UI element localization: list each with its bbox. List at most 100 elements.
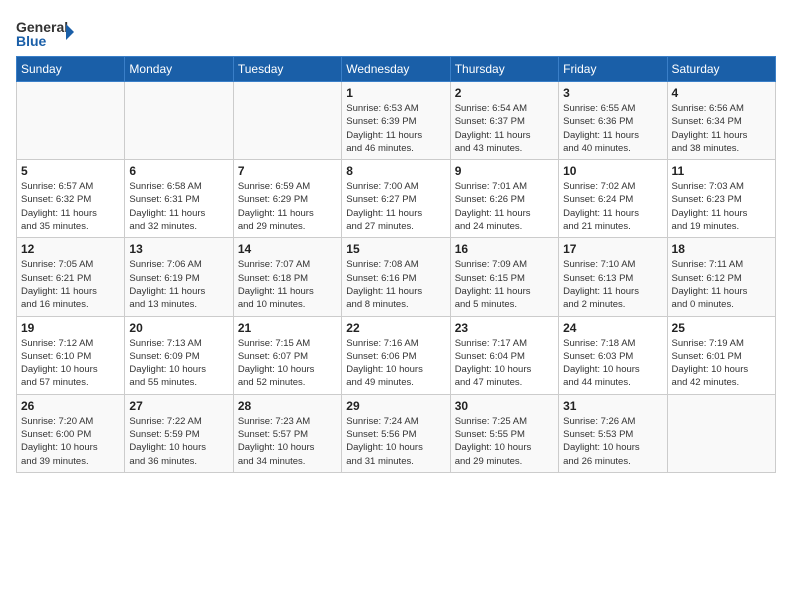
day-info: Sunrise: 7:26 AM Sunset: 5:53 PM Dayligh… <box>563 415 662 468</box>
day-info: Sunrise: 6:56 AM Sunset: 6:34 PM Dayligh… <box>672 102 771 155</box>
day-cell: 16 Sunrise: 7:09 AM Sunset: 6:15 PM Dayli… <box>450 238 558 316</box>
day-number: 18 <box>672 242 771 256</box>
day-number: 31 <box>563 399 662 413</box>
day-info: Sunrise: 7:09 AM Sunset: 6:15 PM Dayligh… <box>455 258 554 311</box>
day-info: Sunrise: 7:12 AM Sunset: 6:10 PM Dayligh… <box>21 337 120 390</box>
weekday-header: Monday <box>125 57 233 82</box>
day-number: 5 <box>21 164 120 178</box>
day-info: Sunrise: 7:25 AM Sunset: 5:55 PM Dayligh… <box>455 415 554 468</box>
day-info: Sunrise: 7:08 AM Sunset: 6:16 PM Dayligh… <box>346 258 445 311</box>
weekday-header: Saturday <box>667 57 775 82</box>
day-number: 11 <box>672 164 771 178</box>
day-number: 25 <box>672 321 771 335</box>
day-cell: 23 Sunrise: 7:17 AM Sunset: 6:04 PM Dayli… <box>450 316 558 394</box>
day-cell: 7Sunrise: 6:59 AM Sunset: 6:29 PM Daylig… <box>233 160 341 238</box>
day-number: 22 <box>346 321 445 335</box>
day-number: 13 <box>129 242 228 256</box>
day-info: Sunrise: 6:57 AM Sunset: 6:32 PM Dayligh… <box>21 180 120 233</box>
weekday-header: Wednesday <box>342 57 450 82</box>
day-cell: 15 Sunrise: 7:08 AM Sunset: 6:16 PM Dayli… <box>342 238 450 316</box>
day-cell: 8 Sunrise: 7:00 AM Sunset: 6:27 PM Daylig… <box>342 160 450 238</box>
day-info: Sunrise: 7:01 AM Sunset: 6:26 PM Dayligh… <box>455 180 554 233</box>
day-number: 2 <box>455 86 554 100</box>
day-cell: 11 Sunrise: 7:03 AM Sunset: 6:23 PM Dayli… <box>667 160 775 238</box>
day-cell: 14 Sunrise: 7:07 AM Sunset: 6:18 PM Dayli… <box>233 238 341 316</box>
day-number: 1 <box>346 86 445 100</box>
day-cell: 17Sunrise: 7:10 AM Sunset: 6:13 PM Dayli… <box>559 238 667 316</box>
day-cell: 24 Sunrise: 7:18 AM Sunset: 6:03 PM Dayli… <box>559 316 667 394</box>
day-info: Sunrise: 7:07 AM Sunset: 6:18 PM Dayligh… <box>238 258 337 311</box>
empty-cell <box>667 394 775 472</box>
weekday-header: Sunday <box>17 57 125 82</box>
day-cell: 12Sunrise: 7:05 AM Sunset: 6:21 PM Dayli… <box>17 238 125 316</box>
weekday-header: Friday <box>559 57 667 82</box>
day-info: Sunrise: 6:53 AM Sunset: 6:39 PM Dayligh… <box>346 102 445 155</box>
day-number: 4 <box>672 86 771 100</box>
day-cell: 18 Sunrise: 7:11 AM Sunset: 6:12 PM Dayli… <box>667 238 775 316</box>
day-number: 28 <box>238 399 337 413</box>
day-info: Sunrise: 7:20 AM Sunset: 6:00 PM Dayligh… <box>21 415 120 468</box>
day-cell: 5 Sunrise: 6:57 AM Sunset: 6:32 PM Daylig… <box>17 160 125 238</box>
day-number: 12 <box>21 242 120 256</box>
day-cell: 4 Sunrise: 6:56 AM Sunset: 6:34 PM Daylig… <box>667 82 775 160</box>
day-info: Sunrise: 6:58 AM Sunset: 6:31 PM Dayligh… <box>129 180 228 233</box>
logo-svg: GeneralBlue <box>16 16 76 52</box>
day-number: 20 <box>129 321 228 335</box>
day-info: Sunrise: 7:23 AM Sunset: 5:57 PM Dayligh… <box>238 415 337 468</box>
day-info: Sunrise: 7:00 AM Sunset: 6:27 PM Dayligh… <box>346 180 445 233</box>
day-number: 30 <box>455 399 554 413</box>
day-info: Sunrise: 7:13 AM Sunset: 6:09 PM Dayligh… <box>129 337 228 390</box>
day-number: 6 <box>129 164 228 178</box>
day-number: 21 <box>238 321 337 335</box>
day-cell: 29 Sunrise: 7:24 AM Sunset: 5:56 PM Dayli… <box>342 394 450 472</box>
day-info: Sunrise: 7:16 AM Sunset: 6:06 PM Dayligh… <box>346 337 445 390</box>
weekday-header: Tuesday <box>233 57 341 82</box>
day-number: 19 <box>21 321 120 335</box>
day-number: 3 <box>563 86 662 100</box>
day-number: 24 <box>563 321 662 335</box>
day-info: Sunrise: 7:24 AM Sunset: 5:56 PM Dayligh… <box>346 415 445 468</box>
day-number: 23 <box>455 321 554 335</box>
day-cell: 26 Sunrise: 7:20 AM Sunset: 6:00 PM Dayli… <box>17 394 125 472</box>
logo: GeneralBlue <box>16 16 76 52</box>
day-number: 14 <box>238 242 337 256</box>
calendar-table: SundayMondayTuesdayWednesdayThursdayFrid… <box>16 56 776 473</box>
day-number: 9 <box>455 164 554 178</box>
day-cell: 27Sunrise: 7:22 AM Sunset: 5:59 PM Dayli… <box>125 394 233 472</box>
day-cell: 9 Sunrise: 7:01 AM Sunset: 6:26 PM Daylig… <box>450 160 558 238</box>
day-number: 10 <box>563 164 662 178</box>
day-number: 15 <box>346 242 445 256</box>
day-number: 16 <box>455 242 554 256</box>
empty-cell <box>233 82 341 160</box>
day-info: Sunrise: 7:18 AM Sunset: 6:03 PM Dayligh… <box>563 337 662 390</box>
day-cell: 6 Sunrise: 6:58 AM Sunset: 6:31 PM Daylig… <box>125 160 233 238</box>
day-info: Sunrise: 6:54 AM Sunset: 6:37 PM Dayligh… <box>455 102 554 155</box>
day-number: 26 <box>21 399 120 413</box>
day-number: 29 <box>346 399 445 413</box>
day-number: 17 <box>563 242 662 256</box>
day-number: 8 <box>346 164 445 178</box>
weekday-header: Thursday <box>450 57 558 82</box>
day-info: Sunrise: 7:22 AM Sunset: 5:59 PM Dayligh… <box>129 415 228 468</box>
page-header: GeneralBlue <box>16 16 776 52</box>
day-info: Sunrise: 6:55 AM Sunset: 6:36 PM Dayligh… <box>563 102 662 155</box>
day-info: Sunrise: 7:11 AM Sunset: 6:12 PM Dayligh… <box>672 258 771 311</box>
day-cell: 1 Sunrise: 6:53 AM Sunset: 6:39 PM Daylig… <box>342 82 450 160</box>
day-cell: 31 Sunrise: 7:26 AM Sunset: 5:53 PM Dayli… <box>559 394 667 472</box>
day-cell: 25 Sunrise: 7:19 AM Sunset: 6:01 PM Dayli… <box>667 316 775 394</box>
day-cell: 13Sunrise: 7:06 AM Sunset: 6:19 PM Dayli… <box>125 238 233 316</box>
svg-text:Blue: Blue <box>16 33 47 49</box>
empty-cell <box>17 82 125 160</box>
day-cell: 2 Sunrise: 6:54 AM Sunset: 6:37 PM Daylig… <box>450 82 558 160</box>
day-cell: 21 Sunrise: 7:15 AM Sunset: 6:07 PM Dayli… <box>233 316 341 394</box>
day-cell: 28 Sunrise: 7:23 AM Sunset: 5:57 PM Dayli… <box>233 394 341 472</box>
day-info: Sunrise: 7:15 AM Sunset: 6:07 PM Dayligh… <box>238 337 337 390</box>
day-info: Sunrise: 7:03 AM Sunset: 6:23 PM Dayligh… <box>672 180 771 233</box>
empty-cell <box>125 82 233 160</box>
day-info: Sunrise: 6:59 AM Sunset: 6:29 PM Dayligh… <box>238 180 337 233</box>
day-cell: 19 Sunrise: 7:12 AM Sunset: 6:10 PM Dayli… <box>17 316 125 394</box>
day-cell: 10Sunrise: 7:02 AM Sunset: 6:24 PM Dayli… <box>559 160 667 238</box>
day-cell: 30 Sunrise: 7:25 AM Sunset: 5:55 PM Dayli… <box>450 394 558 472</box>
day-info: Sunrise: 7:19 AM Sunset: 6:01 PM Dayligh… <box>672 337 771 390</box>
day-info: Sunrise: 7:17 AM Sunset: 6:04 PM Dayligh… <box>455 337 554 390</box>
